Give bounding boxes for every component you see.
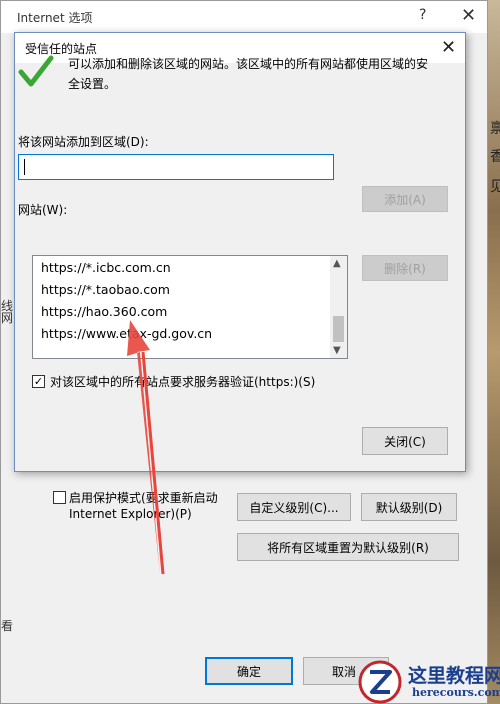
https-checkbox-label: 对该区域中的所有站点要求服务器验证(https:)(S) bbox=[50, 375, 316, 389]
list-item[interactable]: https://hao.360.com bbox=[41, 304, 167, 319]
default-level-button[interactable]: 默认级别(D) bbox=[361, 493, 457, 521]
list-item[interactable]: https://*.icbc.com.cn bbox=[41, 260, 171, 275]
watermark-logo bbox=[358, 660, 402, 704]
background-strip bbox=[488, 0, 500, 704]
background-text: 香 bbox=[490, 149, 500, 165]
remove-button[interactable]: 删除(R) bbox=[362, 255, 448, 281]
watermark-name: 这里教程网 bbox=[408, 665, 500, 687]
protected-mode-checkbox[interactable] bbox=[53, 491, 66, 504]
add-site-label: 将该网站添加到区域(D): bbox=[18, 135, 149, 149]
custom-level-button[interactable]: 自定义级别(C)... bbox=[237, 493, 351, 521]
info-text: 可以添加和删除该区域的网站。该区域中的所有网站都使用区域的安全设置。 bbox=[68, 57, 429, 91]
watermark-url: herecours.com bbox=[412, 686, 500, 699]
sites-listbox[interactable]: https://*.icbc.com.cn https://*.taobao.c… bbox=[32, 255, 348, 359]
sites-scrollbar[interactable]: ▲ ▼ bbox=[330, 256, 347, 358]
https-checkbox[interactable]: ✓ bbox=[32, 375, 45, 388]
background-text: 见 bbox=[490, 179, 500, 195]
scroll-thumb[interactable] bbox=[333, 316, 344, 342]
trusted-sites-dialog: 受信任的站点 ✕ bbox=[14, 32, 466, 472]
list-item[interactable]: https://www.etax-gd.gov.cn bbox=[41, 326, 212, 341]
list-item[interactable]: https://*.taobao.com bbox=[41, 282, 170, 297]
reset-all-zones-button[interactable]: 将所有区域重置为默认级别(R) bbox=[237, 533, 459, 561]
green-check-icon bbox=[18, 55, 54, 87]
parent-titlebar: Internet 选项 ? ✕ bbox=[1, 1, 487, 33]
background-text: 禀 bbox=[490, 121, 500, 137]
parent-close-icon[interactable]: ✕ bbox=[461, 5, 476, 26]
add-site-input[interactable] bbox=[18, 154, 334, 180]
text-caret bbox=[24, 159, 25, 175]
dialog-close-icon[interactable]: ✕ bbox=[441, 37, 456, 58]
sites-label: 网站(W): bbox=[18, 203, 68, 217]
close-button[interactable]: 关闭(C) bbox=[362, 427, 448, 455]
add-button[interactable]: 添加(A) bbox=[362, 186, 448, 212]
ok-button[interactable]: 确定 bbox=[205, 657, 293, 685]
scroll-up-icon[interactable]: ▲ bbox=[333, 258, 341, 269]
help-icon[interactable]: ? bbox=[419, 7, 426, 23]
parent-edge-text: 网 bbox=[1, 311, 14, 325]
parent-edge-text: 看 bbox=[1, 619, 14, 633]
protected-mode-label-line2: Internet Explorer)(P) bbox=[69, 507, 192, 521]
parent-window-title: Internet 选项 bbox=[17, 11, 93, 25]
scroll-down-icon[interactable]: ▼ bbox=[333, 345, 341, 356]
protected-mode-label: 启用保护模式(要求重新启动 bbox=[69, 491, 218, 505]
